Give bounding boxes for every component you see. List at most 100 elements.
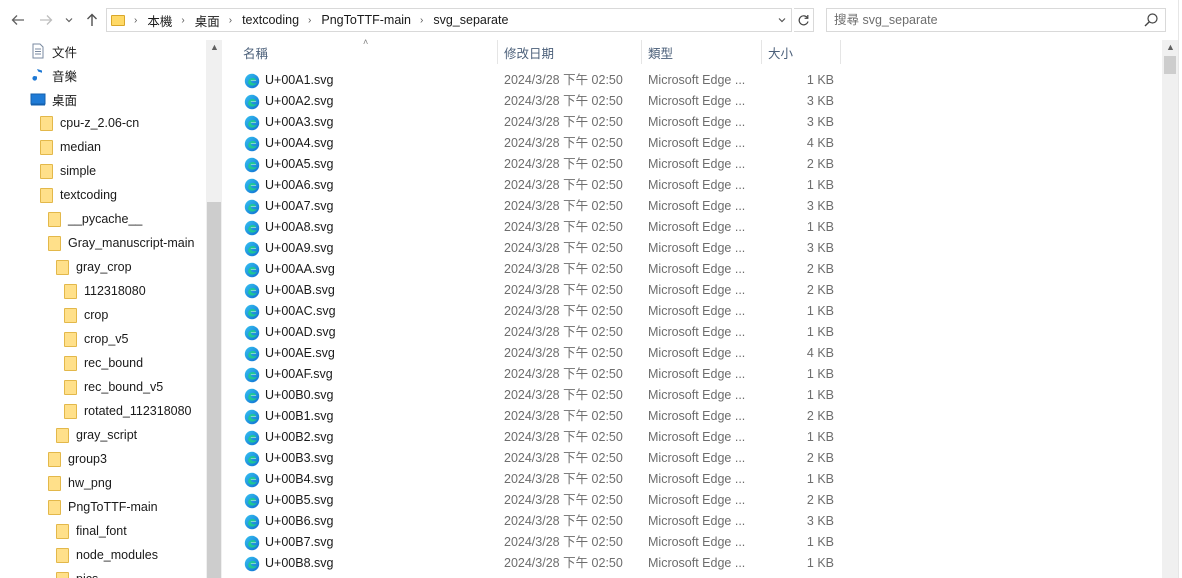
nav-pane-scrollbar[interactable]: ▲ <box>206 40 222 578</box>
nav-item[interactable]: hw_png <box>46 472 112 494</box>
nav-item[interactable]: rotated_112318080 <box>62 400 192 422</box>
file-name-cell[interactable]: U+00A6.svg <box>244 175 333 196</box>
file-row[interactable]: U+00A6.svg 2024/3/28 下午 02:50 Microsoft Ed… <box>230 175 1162 196</box>
file-row[interactable]: U+00B6.svg 2024/3/28 下午 02:50 Microsoft Ed… <box>230 511 1162 532</box>
search-input[interactable] <box>834 10 1134 30</box>
nav-item[interactable]: crop <box>62 304 108 326</box>
scroll-up-icon[interactable]: ▲ <box>1166 42 1175 52</box>
column-divider[interactable] <box>840 40 841 64</box>
chevron-right-icon[interactable]: › <box>229 15 232 26</box>
scroll-up-icon[interactable]: ▲ <box>210 42 219 52</box>
nav-item[interactable]: pics <box>54 568 98 578</box>
back-button[interactable] <box>8 9 28 31</box>
file-row[interactable]: U+00B1.svg 2024/3/28 下午 02:50 Microsoft Ed… <box>230 406 1162 427</box>
file-name-cell[interactable]: U+00B5.svg <box>244 490 333 511</box>
column-divider[interactable] <box>641 40 642 64</box>
file-row[interactable]: U+00A8.svg 2024/3/28 下午 02:50 Microsoft Ed… <box>230 217 1162 238</box>
column-header-type[interactable]: 類型 <box>648 40 673 64</box>
nav-item[interactable]: __pycache__ <box>46 208 142 230</box>
nav-item[interactable]: median <box>38 136 101 158</box>
breadcrumb-item-textcoding[interactable]: textcoding <box>242 13 299 27</box>
nav-item[interactable]: 112318080 <box>62 280 146 302</box>
file-name-cell[interactable]: U+00AC.svg <box>244 301 336 322</box>
recent-locations-button[interactable] <box>62 9 76 31</box>
nav-item[interactable]: crop_v5 <box>62 328 128 350</box>
file-row[interactable]: U+00A1.svg 2024/3/28 下午 02:50 Microsoft Ed… <box>230 70 1162 91</box>
file-name-cell[interactable]: U+00B2.svg <box>244 427 333 448</box>
file-row[interactable]: U+00AD.svg 2024/3/28 下午 02:50 Microsoft Ed… <box>230 322 1162 343</box>
file-row[interactable]: U+00B2.svg 2024/3/28 下午 02:50 Microsoft Ed… <box>230 427 1162 448</box>
scrollbar-thumb[interactable] <box>207 202 221 578</box>
file-row[interactable]: U+00AC.svg 2024/3/28 下午 02:50 Microsoft Ed… <box>230 301 1162 322</box>
nav-item[interactable]: simple <box>38 160 96 182</box>
file-name-cell[interactable]: U+00A3.svg <box>244 112 333 133</box>
file-row[interactable]: U+00AF.svg 2024/3/28 下午 02:50 Microsoft Ed… <box>230 364 1162 385</box>
file-row[interactable]: U+00B3.svg 2024/3/28 下午 02:50 Microsoft Ed… <box>230 448 1162 469</box>
breadcrumb-item-svg-separate[interactable]: svg_separate <box>433 13 508 27</box>
file-list-scrollbar[interactable]: ▲ <box>1162 40 1178 578</box>
file-row[interactable]: U+00AA.svg 2024/3/28 下午 02:50 Microsoft Ed… <box>230 259 1162 280</box>
file-row[interactable]: U+00A5.svg 2024/3/28 下午 02:50 Microsoft Ed… <box>230 154 1162 175</box>
nav-item[interactable]: 桌面 <box>30 88 77 110</box>
column-header-size[interactable]: 大小 <box>768 40 793 64</box>
up-button[interactable] <box>82 9 102 31</box>
file-row[interactable]: U+00B8.svg 2024/3/28 下午 02:50 Microsoft Ed… <box>230 553 1162 574</box>
file-row[interactable]: U+00AB.svg 2024/3/28 下午 02:50 Microsoft Ed… <box>230 280 1162 301</box>
nav-item[interactable]: Gray_manuscript-main <box>46 232 194 254</box>
column-divider[interactable] <box>497 40 498 64</box>
breadcrumb-item-desktop[interactable]: 桌面 <box>195 11 220 30</box>
file-row[interactable]: U+00AE.svg 2024/3/28 下午 02:50 Microsoft Ed… <box>230 343 1162 364</box>
forward-button[interactable] <box>36 9 56 31</box>
file-name-cell[interactable]: U+00A9.svg <box>244 238 333 259</box>
nav-item[interactable]: rec_bound_v5 <box>62 376 163 398</box>
search-box[interactable] <box>826 8 1166 32</box>
chevron-right-icon[interactable]: › <box>181 15 184 26</box>
address-dropdown-icon[interactable] <box>777 13 787 30</box>
chevron-right-icon[interactable]: › <box>420 15 423 26</box>
file-name-cell[interactable]: U+00AB.svg <box>244 280 335 301</box>
column-header-date[interactable]: 修改日期 <box>504 40 554 64</box>
breadcrumb-item-this-pc[interactable]: 本機 <box>147 11 172 30</box>
file-name-cell[interactable]: U+00B0.svg <box>244 385 333 406</box>
scrollbar-thumb[interactable] <box>1164 56 1176 74</box>
file-name-cell[interactable]: U+00B3.svg <box>244 448 333 469</box>
file-row[interactable]: U+00B5.svg 2024/3/28 下午 02:50 Microsoft Ed… <box>230 490 1162 511</box>
file-row[interactable]: U+00B4.svg 2024/3/28 下午 02:50 Microsoft Ed… <box>230 469 1162 490</box>
nav-item[interactable]: 音樂 <box>30 64 77 86</box>
nav-item[interactable]: textcoding <box>38 184 117 206</box>
file-row[interactable]: U+00A2.svg 2024/3/28 下午 02:50 Microsoft Ed… <box>230 91 1162 112</box>
refresh-button[interactable] <box>794 8 814 32</box>
chevron-right-icon[interactable]: › <box>308 15 311 26</box>
file-row[interactable]: U+00A7.svg 2024/3/28 下午 02:50 Microsoft Ed… <box>230 196 1162 217</box>
file-name-cell[interactable]: U+00A1.svg <box>244 70 333 91</box>
file-name-cell[interactable]: U+00B6.svg <box>244 511 333 532</box>
nav-item[interactable]: rec_bound <box>62 352 143 374</box>
address-bar[interactable]: › 本機 › 桌面 › textcoding › PngToTTF-main ›… <box>106 8 792 32</box>
nav-item[interactable]: final_font <box>54 520 127 542</box>
file-name-cell[interactable]: U+00A8.svg <box>244 217 333 238</box>
column-header-name[interactable]: 名稱 <box>243 40 268 64</box>
column-divider[interactable] <box>761 40 762 64</box>
nav-item[interactable]: gray_crop <box>54 256 132 278</box>
file-row[interactable]: U+00A3.svg 2024/3/28 下午 02:50 Microsoft Ed… <box>230 112 1162 133</box>
file-name-cell[interactable]: U+00AA.svg <box>244 259 335 280</box>
file-name-cell[interactable]: U+00A7.svg <box>244 196 333 217</box>
file-name-cell[interactable]: U+00AF.svg <box>244 364 333 385</box>
file-row[interactable]: U+00A9.svg 2024/3/28 下午 02:50 Microsoft Ed… <box>230 238 1162 259</box>
file-row[interactable]: U+00B0.svg 2024/3/28 下午 02:50 Microsoft Ed… <box>230 385 1162 406</box>
file-name-cell[interactable]: U+00B7.svg <box>244 532 333 553</box>
nav-item[interactable]: gray_script <box>54 424 137 446</box>
file-name-cell[interactable]: U+00A5.svg <box>244 154 333 175</box>
file-name-cell[interactable]: U+00A4.svg <box>244 133 333 154</box>
nav-item[interactable]: 文件 <box>30 40 77 62</box>
file-name-cell[interactable]: U+00AE.svg <box>244 343 335 364</box>
file-name-cell[interactable]: U+00B8.svg <box>244 553 333 574</box>
nav-item[interactable]: PngToTTF-main <box>46 496 158 518</box>
nav-item[interactable]: cpu-z_2.06-cn <box>38 112 139 134</box>
file-row[interactable]: U+00A4.svg 2024/3/28 下午 02:50 Microsoft Ed… <box>230 133 1162 154</box>
file-row[interactable]: U+00B7.svg 2024/3/28 下午 02:50 Microsoft Ed… <box>230 532 1162 553</box>
nav-item[interactable]: node_modules <box>54 544 158 566</box>
breadcrumb-item-pngtottf[interactable]: PngToTTF-main <box>321 13 411 27</box>
search-icon[interactable] <box>1143 12 1159 28</box>
file-name-cell[interactable]: U+00AD.svg <box>244 322 336 343</box>
